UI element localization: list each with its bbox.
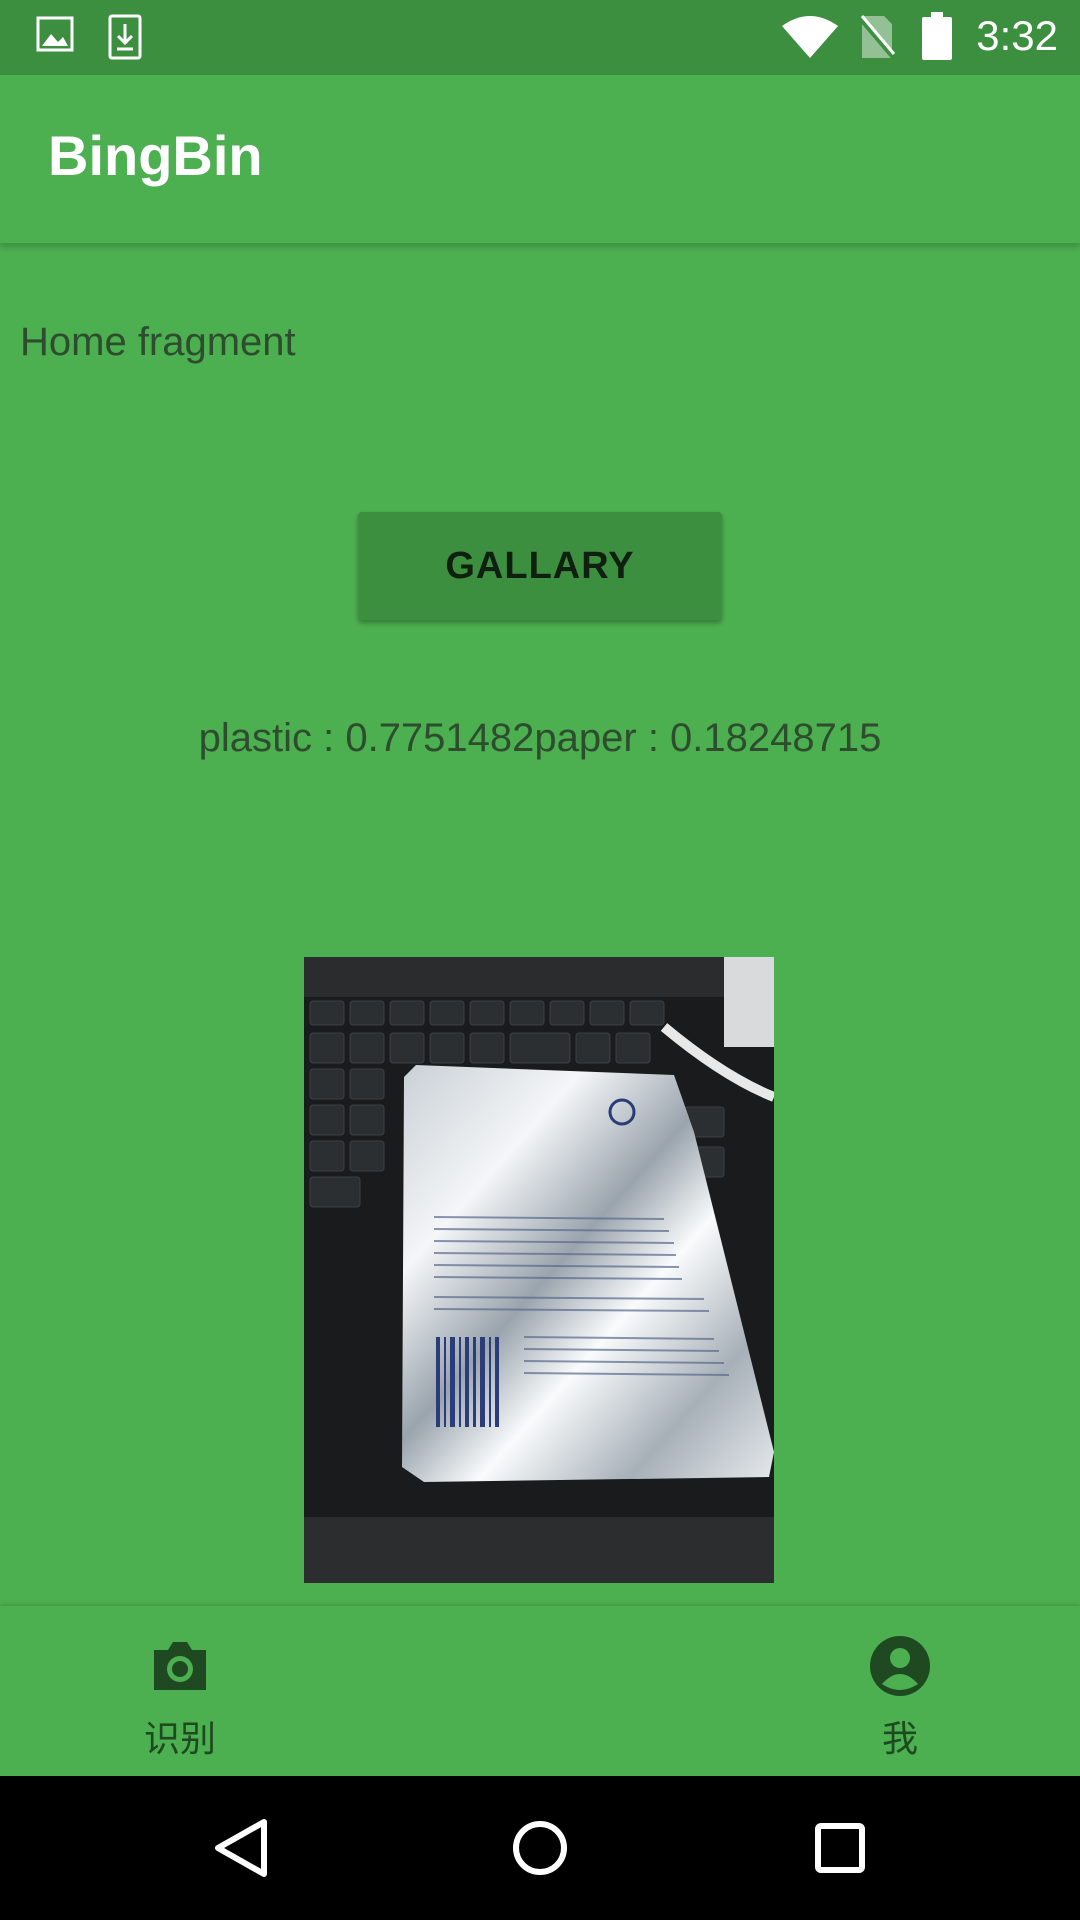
image-icon bbox=[36, 14, 74, 58]
back-icon[interactable] bbox=[192, 1800, 288, 1896]
status-time: 3:32 bbox=[976, 12, 1058, 59]
fragment-label: Home fragment bbox=[20, 320, 296, 364]
battery-icon bbox=[922, 12, 952, 64]
download-icon bbox=[108, 14, 142, 64]
bottom-navigation: 识别 我 bbox=[0, 1606, 1080, 1776]
account-icon bbox=[868, 1634, 932, 1698]
recents-icon[interactable] bbox=[792, 1800, 888, 1896]
camera-icon bbox=[148, 1634, 212, 1698]
nav-label-recognize: 识别 bbox=[143, 1719, 216, 1760]
nav-label-me: 我 bbox=[881, 1719, 918, 1760]
gallery-button[interactable]: GALLARY bbox=[358, 512, 722, 620]
wifi-icon bbox=[782, 16, 838, 62]
system-navigation-bar bbox=[0, 1776, 1080, 1920]
app-bar: BingBin bbox=[0, 75, 1080, 243]
nav-item-recognize[interactable]: 识别 bbox=[80, 1606, 280, 1776]
app-title: BingBin bbox=[48, 124, 263, 187]
classified-photo bbox=[304, 957, 774, 1583]
photo-illustration bbox=[304, 957, 774, 1583]
classification-result: plastic : 0.7751482paper : 0.18248715 bbox=[198, 716, 882, 760]
screen: 3:32 BingBin Home fragment GALLARY plast… bbox=[0, 0, 1080, 1920]
no-sim-icon bbox=[858, 14, 896, 64]
nav-item-me[interactable]: 我 bbox=[800, 1606, 1000, 1776]
status-bar: 3:32 bbox=[0, 0, 1080, 75]
home-icon[interactable] bbox=[492, 1800, 588, 1896]
